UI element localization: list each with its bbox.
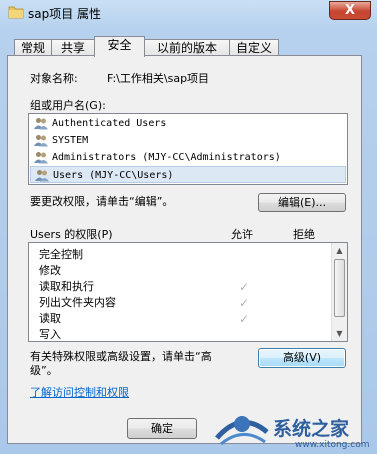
advanced-button[interactable]: 高级(V) (258, 348, 346, 368)
tab-security[interactable]: 安全 (94, 36, 145, 57)
permission-name: 修改 (39, 264, 61, 277)
permission-name: 读取 (39, 312, 61, 325)
watermark-url: www.xitong.com (295, 440, 370, 450)
users-group-icon (34, 118, 48, 130)
permission-name: 列出文件夹内容 (39, 296, 116, 309)
logo-icon (215, 416, 269, 446)
properties-window: sap项目 属性 X 常规 共享 安全 以前的版本 自定义 对象名称: F:\工… (0, 0, 377, 454)
advanced-hint-line2: 级”。 (30, 364, 58, 377)
window-title: sap项目 属性 (28, 7, 102, 21)
allow-check-icon: ✓ (239, 280, 250, 294)
permissions-scrollbar[interactable]: ▲ ▼ (331, 243, 347, 341)
watermark-text: 系统之家 (273, 418, 350, 440)
permissions-list: 完全控制 修改 读取和执行 列出文件夹内容 读取 写入 ✓ ✓ ✓ ▲ ▼ (28, 242, 348, 342)
allow-check-icon: ✓ (239, 296, 250, 310)
title-bar[interactable]: sap项目 属性 X (0, 0, 377, 26)
watermark-logo: 系统之家 www.xitong.com (203, 402, 377, 454)
permissions-title: Users 的权限(P) (30, 228, 113, 241)
object-name-label: 对象名称: (30, 72, 78, 85)
allow-check-icon: ✓ (239, 312, 250, 326)
tab-customize[interactable]: 自定义 (229, 39, 279, 56)
close-button[interactable]: X (329, 1, 371, 20)
deny-header: 拒绝 (293, 228, 315, 241)
ok-button[interactable]: 确定 (127, 418, 197, 439)
permission-name: 写入 (39, 328, 61, 341)
tab-previous-versions[interactable]: 以前的版本 (144, 39, 230, 56)
list-item-label: Administrators (MJY-CC\Administrators) (52, 152, 281, 163)
close-icon: X (344, 3, 356, 18)
scroll-thumb[interactable] (334, 259, 345, 317)
list-item[interactable]: Administrators (MJY-CC\Administrators) (30, 149, 346, 166)
scroll-up-icon[interactable]: ▲ (333, 244, 346, 257)
users-group-icon (34, 152, 48, 164)
scroll-down-icon[interactable]: ▼ (333, 327, 346, 340)
edit-button[interactable]: 编辑(E)... (258, 193, 346, 212)
users-group-icon (35, 170, 49, 182)
users-group-icon (34, 135, 48, 147)
folder-icon (8, 6, 24, 19)
list-item-label: Users (MJY-CC\Users) (53, 170, 174, 181)
allow-header: 允许 (231, 228, 253, 241)
permission-name: 读取和执行 (39, 280, 94, 293)
permission-name: 完全控制 (39, 248, 83, 261)
list-item-label: SYSTEM (52, 135, 89, 146)
list-item[interactable]: Authenticated Users (30, 115, 346, 132)
list-item-selected[interactable]: Users (MJY-CC\Users) (30, 166, 346, 183)
list-item-label: Authenticated Users (52, 118, 167, 129)
change-permissions-hint: 要更改权限，请单击“编辑”。 (30, 195, 174, 208)
tab-general[interactable]: 常规 (14, 39, 52, 56)
object-name-value: F:\工作相关\sap项目 (107, 72, 210, 85)
groups-listbox[interactable]: Authenticated Users SYSTEM Administrator… (28, 113, 348, 185)
groups-label: 组或用户名(G): (30, 99, 106, 112)
list-item[interactable]: SYSTEM (30, 132, 346, 149)
learn-access-control-link[interactable]: 了解访问控制和权限 (30, 384, 129, 400)
tab-sharing[interactable]: 共享 (51, 39, 95, 56)
